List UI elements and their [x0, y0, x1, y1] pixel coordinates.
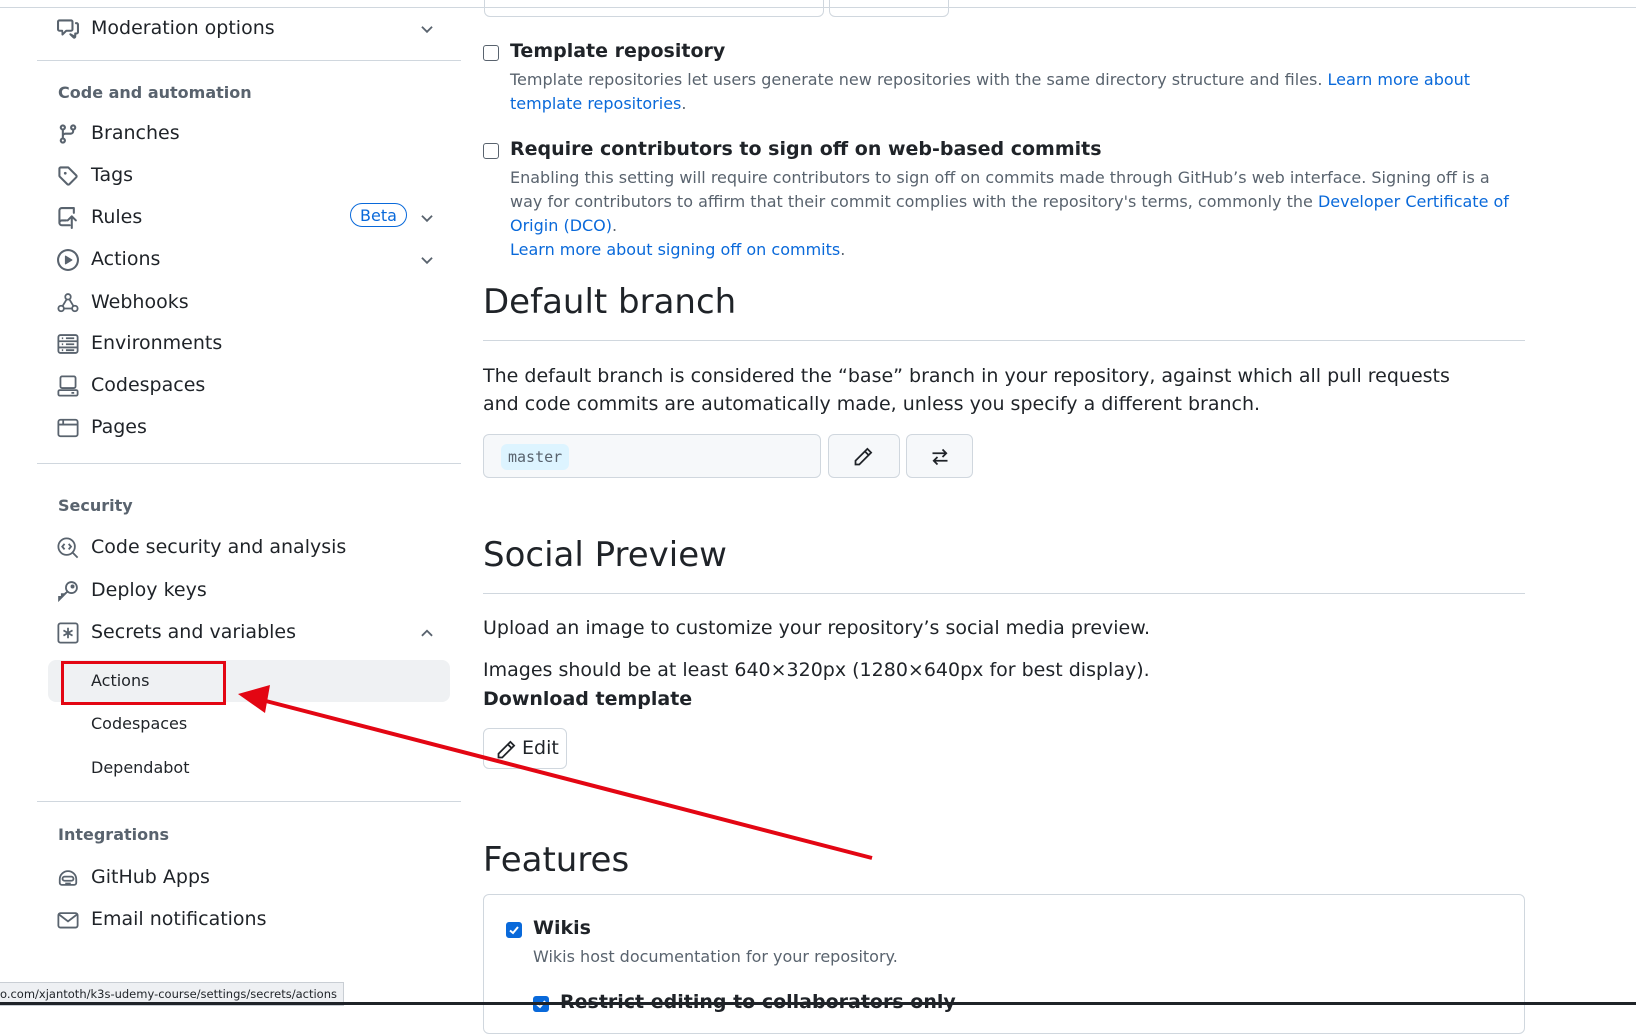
sidebar-subitem-dependabot[interactable]: Dependabot [48, 747, 450, 789]
sidebar-item-email-notifications[interactable]: Email notifications [50, 900, 450, 938]
require-signoff-title: Require contributors to sign off on web-… [510, 138, 1102, 160]
sidebar-item-code-security[interactable]: Code security and analysis [50, 528, 450, 566]
template-repository-checkbox[interactable] [483, 45, 499, 61]
sidebar-item-tags[interactable]: Tags [50, 156, 450, 194]
sidebar-item-label: Secrets and variables [91, 621, 297, 643]
switch-branch-button[interactable] [906, 434, 973, 478]
check-icon [509, 926, 519, 935]
play-icon [57, 249, 79, 271]
sidebar-item-label: Webhooks [91, 291, 189, 313]
chevron-down-icon [418, 209, 436, 227]
sidebar-item-label: Pages [91, 416, 147, 438]
download-template-link[interactable]: Download template [483, 685, 692, 713]
pencil-icon [854, 447, 873, 466]
settings-main: Template repository Template repositorie… [483, 0, 1533, 1034]
social-preview-edit-button[interactable]: Edit [483, 728, 567, 769]
section-heading-code-automation: Code and automation [58, 83, 252, 102]
sidebar-subitem-label: Codespaces [91, 714, 188, 733]
tag-icon [57, 165, 79, 187]
features-box: Wikis Wikis host documentation for your … [483, 894, 1525, 1034]
browser-icon [57, 417, 79, 439]
sidebar-item-label: Deploy keys [91, 579, 207, 601]
sidebar-subitem-codespaces[interactable]: Codespaces [48, 703, 450, 745]
wikis-desc: Wikis host documentation for your reposi… [533, 947, 898, 966]
template-repository-desc-text: Template repositories let users generate… [510, 70, 1328, 89]
settings-sidebar: Moderation options Code and automation B… [0, 0, 470, 1005]
require-signoff-desc: Enabling this setting will require contr… [510, 168, 1509, 259]
sidebar-divider [37, 801, 461, 802]
repository-name-input[interactable] [484, 0, 824, 17]
section-divider [483, 593, 1525, 594]
wikis-checkbox[interactable] [506, 922, 522, 938]
social-preview-desc: Upload an image to customize your reposi… [483, 617, 1151, 639]
sidebar-item-label: GitHub Apps [91, 866, 210, 888]
sidebar-divider [37, 463, 461, 464]
sidebar-item-secrets-and-variables[interactable]: Secrets and variables [50, 613, 450, 651]
default-branch-desc: The default branch is considered the “ba… [483, 365, 1450, 415]
sidebar-item-label: Environments [91, 332, 223, 354]
git-branch-icon [57, 123, 79, 145]
section-heading-security: Security [58, 496, 133, 515]
sidebar-item-environments[interactable]: Environments [50, 324, 450, 362]
social-preview-heading: Social Preview [483, 535, 727, 575]
webhook-icon [57, 292, 79, 314]
sidebar-item-label: Email notifications [91, 908, 267, 930]
sidebar-item-pages[interactable]: Pages [50, 408, 450, 446]
sidebar-subitem-label: Dependabot [91, 758, 190, 777]
server-icon [57, 333, 79, 355]
sidebar-item-label: Codespaces [91, 374, 206, 396]
sidebar-item-actions[interactable]: Actions [50, 240, 450, 278]
hubot-icon [57, 867, 79, 889]
default-branch-heading: Default branch [483, 282, 737, 322]
template-repository-title: Template repository [510, 40, 726, 62]
sidebar-divider [37, 60, 461, 61]
signoff-learn-more-link[interactable]: Learn more about signing off on commits [510, 240, 840, 259]
arrow-switch-icon [932, 448, 948, 466]
wikis-title: Wikis [533, 917, 591, 939]
rename-button[interactable] [829, 0, 949, 17]
sidebar-item-label: Moderation options [91, 17, 275, 39]
sidebar-item-branches[interactable]: Branches [50, 114, 450, 152]
comment-discussion-icon [57, 18, 79, 40]
chevron-down-icon [418, 251, 436, 269]
codescan-icon [57, 537, 79, 559]
pencil-icon [497, 740, 516, 759]
default-branch-display: master [483, 434, 821, 478]
codespaces-icon [57, 375, 79, 397]
sidebar-item-rules[interactable]: Rules Beta [50, 198, 450, 236]
repo-push-icon [57, 207, 79, 229]
key-asterisk-icon [57, 622, 79, 644]
sidebar-item-label: Rules [91, 206, 143, 228]
social-preview-size-hint: Images should be at least 640×320px (128… [483, 659, 1150, 681]
beta-badge: Beta [350, 203, 407, 227]
sidebar-item-label: Code security and analysis [91, 536, 347, 558]
sidebar-item-github-apps[interactable]: GitHub Apps [50, 858, 450, 896]
sidebar-item-webhooks[interactable]: Webhooks [50, 283, 450, 321]
chevron-up-icon [418, 624, 436, 642]
section-heading-integrations: Integrations [58, 825, 170, 844]
require-signoff-checkbox[interactable] [483, 143, 499, 159]
key-icon [57, 580, 79, 603]
sidebar-item-label: Actions [91, 248, 161, 270]
sidebar-item-codespaces[interactable]: Codespaces [50, 366, 450, 404]
mail-icon [57, 909, 79, 931]
sidebar-item-moderation-options[interactable]: Moderation options [50, 9, 450, 47]
sidebar-item-label: Branches [91, 122, 180, 144]
edit-label: Edit [522, 737, 559, 759]
sidebar-item-label: Tags [91, 164, 134, 186]
features-heading: Features [483, 840, 630, 880]
sidebar-item-deploy-keys[interactable]: Deploy keys [50, 571, 450, 609]
template-repository-desc: Template repositories let users generate… [510, 70, 1471, 113]
section-divider [483, 340, 1525, 341]
chevron-down-icon [418, 20, 436, 38]
annotation-highlight-box [61, 661, 226, 705]
rename-branch-button[interactable] [828, 434, 900, 478]
default-branch-name: master [501, 444, 570, 470]
